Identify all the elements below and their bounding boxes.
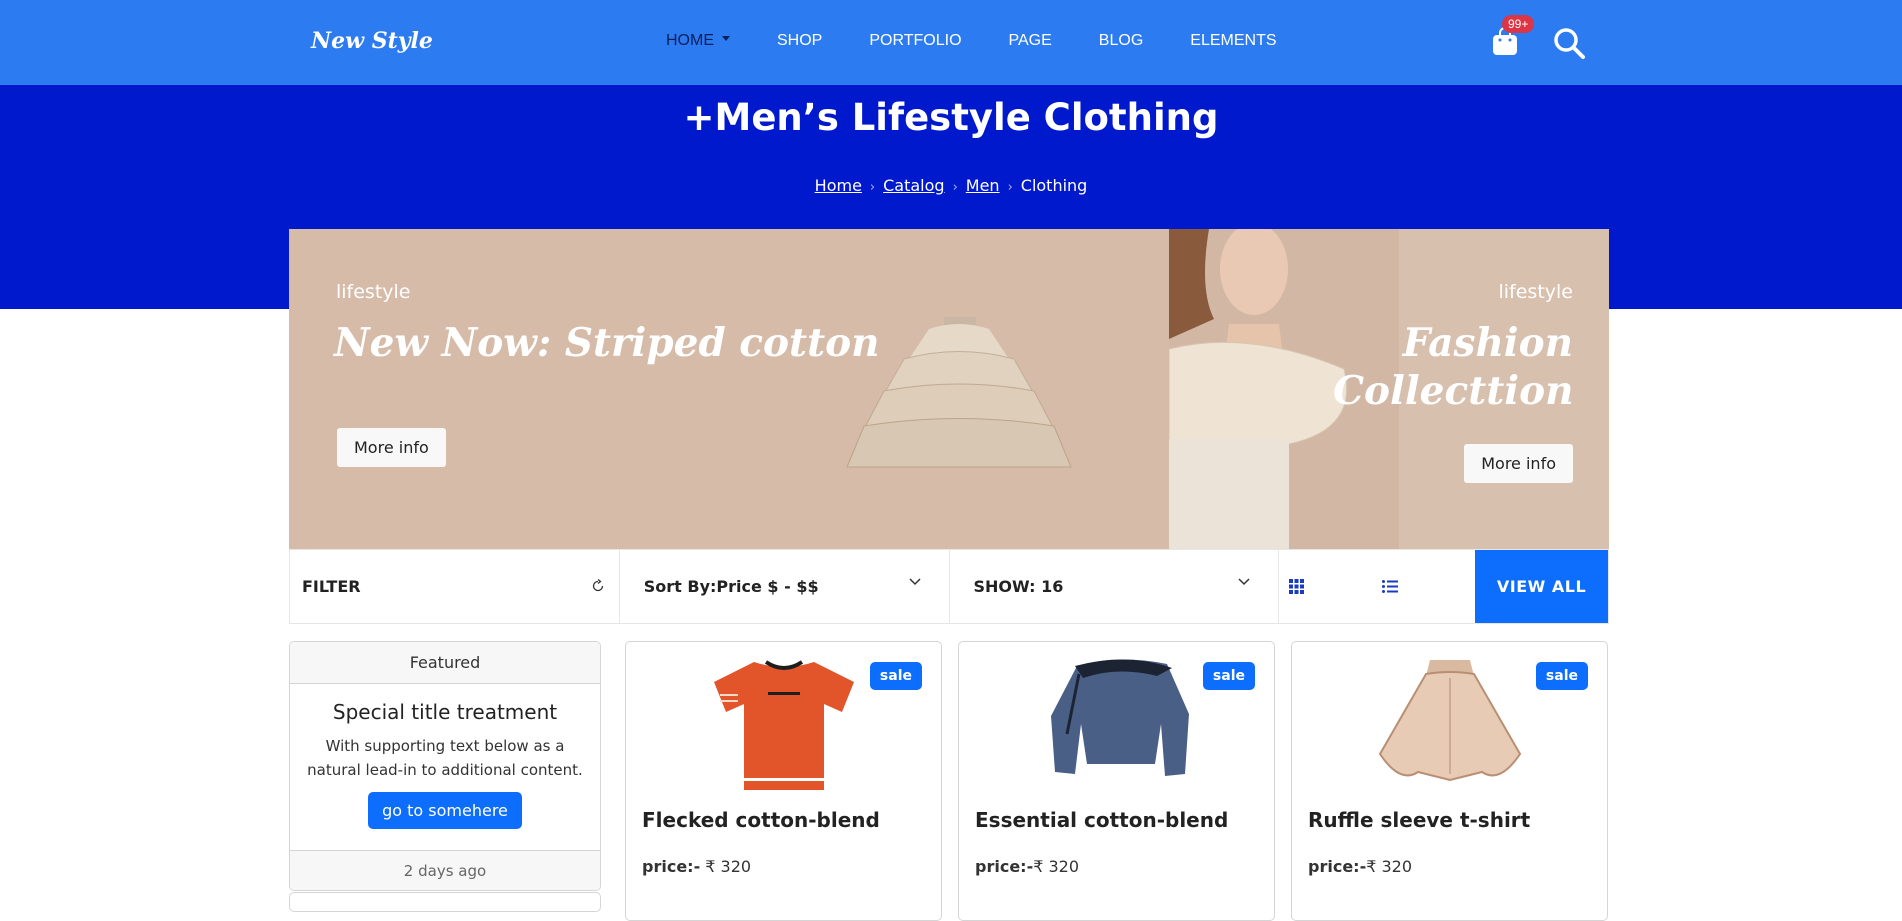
card-header: Featured (290, 642, 600, 684)
orange-tshirt-image (714, 660, 854, 790)
menu-item-page[interactable]: PAGE (1009, 32, 1052, 50)
show-label: SHOW: 16 (973, 577, 1064, 596)
cart-count-badge: 99+ (1502, 15, 1535, 33)
ruffle-cape-thumbnail-image (1378, 660, 1522, 782)
sale-badge: sale (1535, 662, 1588, 690)
banner-striped-cotton: lifestyle New Now: Striped cotton More i… (289, 229, 1169, 549)
product-card[interactable]: sale Ruffle sleeve t-shirt price:-₹ 320 (1291, 641, 1608, 921)
filter-control[interactable]: FILTER (290, 550, 620, 623)
featured-card: Featured Special title treatment With su… (289, 641, 601, 891)
price-label: price:- (975, 857, 1034, 876)
sort-select[interactable]: Sort By:Price $ - $$ (620, 550, 950, 623)
chevron-down-icon (1238, 578, 1250, 586)
more-info-button[interactable]: More info (1464, 444, 1573, 483)
menu-item-blog[interactable]: BLOG (1099, 32, 1143, 50)
product-card[interactable]: sale Flecked cotton-blend price:- ₹ 320 (625, 641, 942, 921)
product-price: price:-₹ 320 (975, 857, 1079, 876)
product-name[interactable]: Essential cotton-blend (975, 808, 1228, 832)
card-text: With supporting text below as a natural … (307, 737, 583, 779)
next-card-edge (289, 892, 601, 912)
refresh-icon[interactable] (591, 579, 605, 593)
product-card[interactable]: sale Essential cotton-blend price:-₹ 320 (958, 641, 1275, 921)
banner-kicker: lifestyle (336, 281, 411, 303)
show-count-select[interactable]: SHOW: 16 (950, 550, 1280, 623)
page-title: +Men’s Lifestyle Clothing (683, 96, 1219, 139)
go-somewhere-button[interactable]: go to somehere (368, 792, 522, 829)
product-price: price:-₹ 320 (1308, 857, 1412, 876)
sort-label: Sort By:Price $ - $$ (643, 577, 819, 596)
menu-item-label: HOME (666, 32, 714, 49)
card-body: Special title treatment With supporting … (290, 684, 600, 850)
more-info-button[interactable]: More info (337, 428, 446, 467)
brand-logo[interactable]: New Style (311, 28, 433, 54)
ruffle-cape-image (846, 317, 1072, 468)
price-value: ₹ 320 (1366, 857, 1413, 876)
list-view-icon[interactable] (1382, 580, 1399, 593)
chevron-right-icon: › (1007, 180, 1013, 195)
menu-item-elements[interactable]: ELEMENTS (1190, 32, 1276, 50)
grid-view-icon[interactable] (1289, 579, 1305, 594)
banner-fashion-collection: lifestyle Fashion Collecttion More info (1169, 229, 1609, 549)
price-value: ₹ 320 (1033, 857, 1080, 876)
menu-item-home[interactable]: HOME (666, 32, 730, 50)
top-navbar: New Style HOME SHOP PORTFOLIO PAGE BLOG … (0, 0, 1902, 85)
filter-label: FILTER (302, 577, 361, 596)
breadcrumb: Home › Catalog › Men › Clothing (0, 176, 1902, 195)
breadcrumb-catalog[interactable]: Catalog (883, 176, 944, 195)
price-label: price:- (642, 857, 701, 876)
sale-badge: sale (1202, 662, 1255, 690)
card-footer: 2 days ago (290, 850, 600, 890)
view-all-button[interactable]: VIEW ALL (1475, 550, 1608, 623)
breadcrumb-home[interactable]: Home (815, 176, 862, 195)
banner-heading: New Now: Striped cotton (334, 320, 880, 366)
chevron-right-icon: › (952, 180, 958, 195)
banner-heading: Fashion Collecttion (1333, 320, 1574, 414)
breadcrumb-current: Clothing (1020, 176, 1088, 195)
shop-toolbar: FILTER Sort By:Price $ - $$ SHOW: 16 VIE… (289, 549, 1609, 624)
caret-down-icon (722, 36, 730, 42)
chevron-down-icon (908, 578, 921, 586)
product-name[interactable]: Ruffle sleeve t-shirt (1308, 808, 1530, 832)
sale-badge: sale (869, 662, 922, 690)
chevron-right-icon: › (869, 180, 876, 195)
navy-sweater-image (1051, 659, 1189, 776)
product-price: price:- ₹ 320 (642, 857, 751, 876)
search-icon[interactable] (1552, 26, 1586, 60)
menu-item-shop[interactable]: SHOP (777, 32, 822, 50)
view-toggle-group (1279, 550, 1475, 623)
price-value: ₹ 320 (700, 857, 752, 876)
main-menu: HOME SHOP PORTFOLIO PAGE BLOG ELEMENTS (666, 32, 1324, 50)
breadcrumb-men[interactable]: Men (966, 176, 1000, 195)
card-title: Special title treatment (332, 700, 558, 724)
price-label: price:- (1308, 857, 1367, 876)
menu-item-portfolio[interactable]: PORTFOLIO (869, 32, 961, 50)
banner-kicker: lifestyle (1498, 281, 1574, 303)
product-name[interactable]: Flecked cotton-blend (642, 808, 880, 832)
